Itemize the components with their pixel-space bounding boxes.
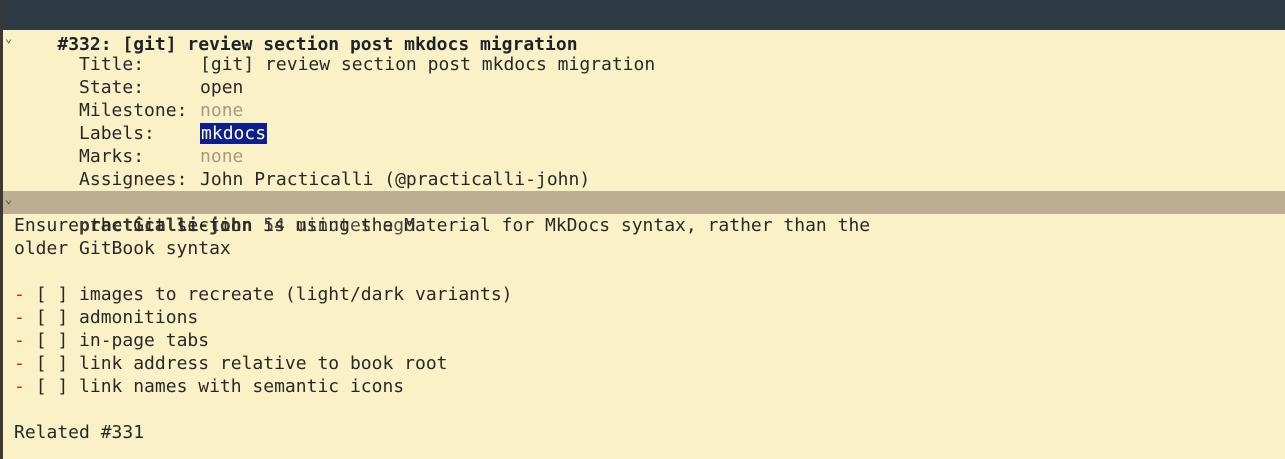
related-issue-link[interactable]: Related #331 xyxy=(14,422,144,443)
field-title[interactable]: ⌄ Title: [git] review section post mkdocs … xyxy=(3,27,1285,75)
fold-chevron-icon[interactable]: ⌄ xyxy=(5,188,12,211)
comment-header[interactable]: ⌄ practicalli-john 54 minutes ago xyxy=(3,188,1285,236)
checklist-item-text: [ ] link names with semantic icons xyxy=(35,376,405,397)
bullet-dash: - xyxy=(14,307,25,328)
comment-section: ⌄ practicalli-john 54 minutes ago Ensure … xyxy=(3,191,1285,444)
related-issue-line[interactable]: Related #331 xyxy=(3,421,1285,444)
comment-body-text: older GitBook syntax xyxy=(14,238,231,259)
checklist-item[interactable]: - [ ] link names with semantic icons xyxy=(3,375,1285,398)
field-milestone[interactable]: Milestone: none xyxy=(3,76,1285,121)
bullet-dash: - xyxy=(14,284,25,305)
checklist-item[interactable]: - [ ] images to recreate (light/dark var… xyxy=(3,283,1285,306)
checklist-item-text: [ ] in-page tabs xyxy=(35,330,210,351)
field-state[interactable]: State: open xyxy=(3,53,1285,98)
checklist-item-text: [ ] images to recreate (light/dark varia… xyxy=(35,284,513,305)
issue-buffer[interactable]: #332: [git] review section post mkdocs m… xyxy=(0,0,1285,459)
field-assignees-value: John Practicalli (@practicalli-john) xyxy=(200,169,591,190)
comment-body-line: Ensure the Git section is using the Mate… xyxy=(3,214,1285,237)
field-marks[interactable]: Marks: none xyxy=(3,122,1285,167)
field-assignees-key: Assignees: xyxy=(79,169,188,190)
issue-header[interactable]: #332: [git] review section post mkdocs m… xyxy=(3,0,1285,55)
checklist-item[interactable]: - [ ] link address relative to book root xyxy=(3,352,1285,375)
checklist-item-text: [ ] link address relative to book root xyxy=(35,353,448,374)
bullet-dash: - xyxy=(14,353,25,374)
bullet-dash: - xyxy=(14,376,25,397)
issue-fields: ⌄ Title: [git] review section post mkdocs … xyxy=(3,27,1285,190)
comment-body-line: older GitBook syntax xyxy=(3,237,1285,260)
checklist-item[interactable]: - [ ] admonitions xyxy=(3,306,1285,329)
fold-chevron-icon[interactable]: ⌄ xyxy=(5,27,12,50)
field-labels[interactable]: Labels: mkdocs xyxy=(3,99,1285,144)
bullet-dash: - xyxy=(14,330,25,351)
checklist-item-text: [ ] admonitions xyxy=(35,307,199,328)
field-assignees[interactable]: Assignees: John Practicalli (@practicalli… xyxy=(3,145,1285,190)
comment-body-text: Ensure the Git section is using the Mate… xyxy=(14,215,871,236)
checklist-item[interactable]: - [ ] in-page tabs xyxy=(3,329,1285,352)
